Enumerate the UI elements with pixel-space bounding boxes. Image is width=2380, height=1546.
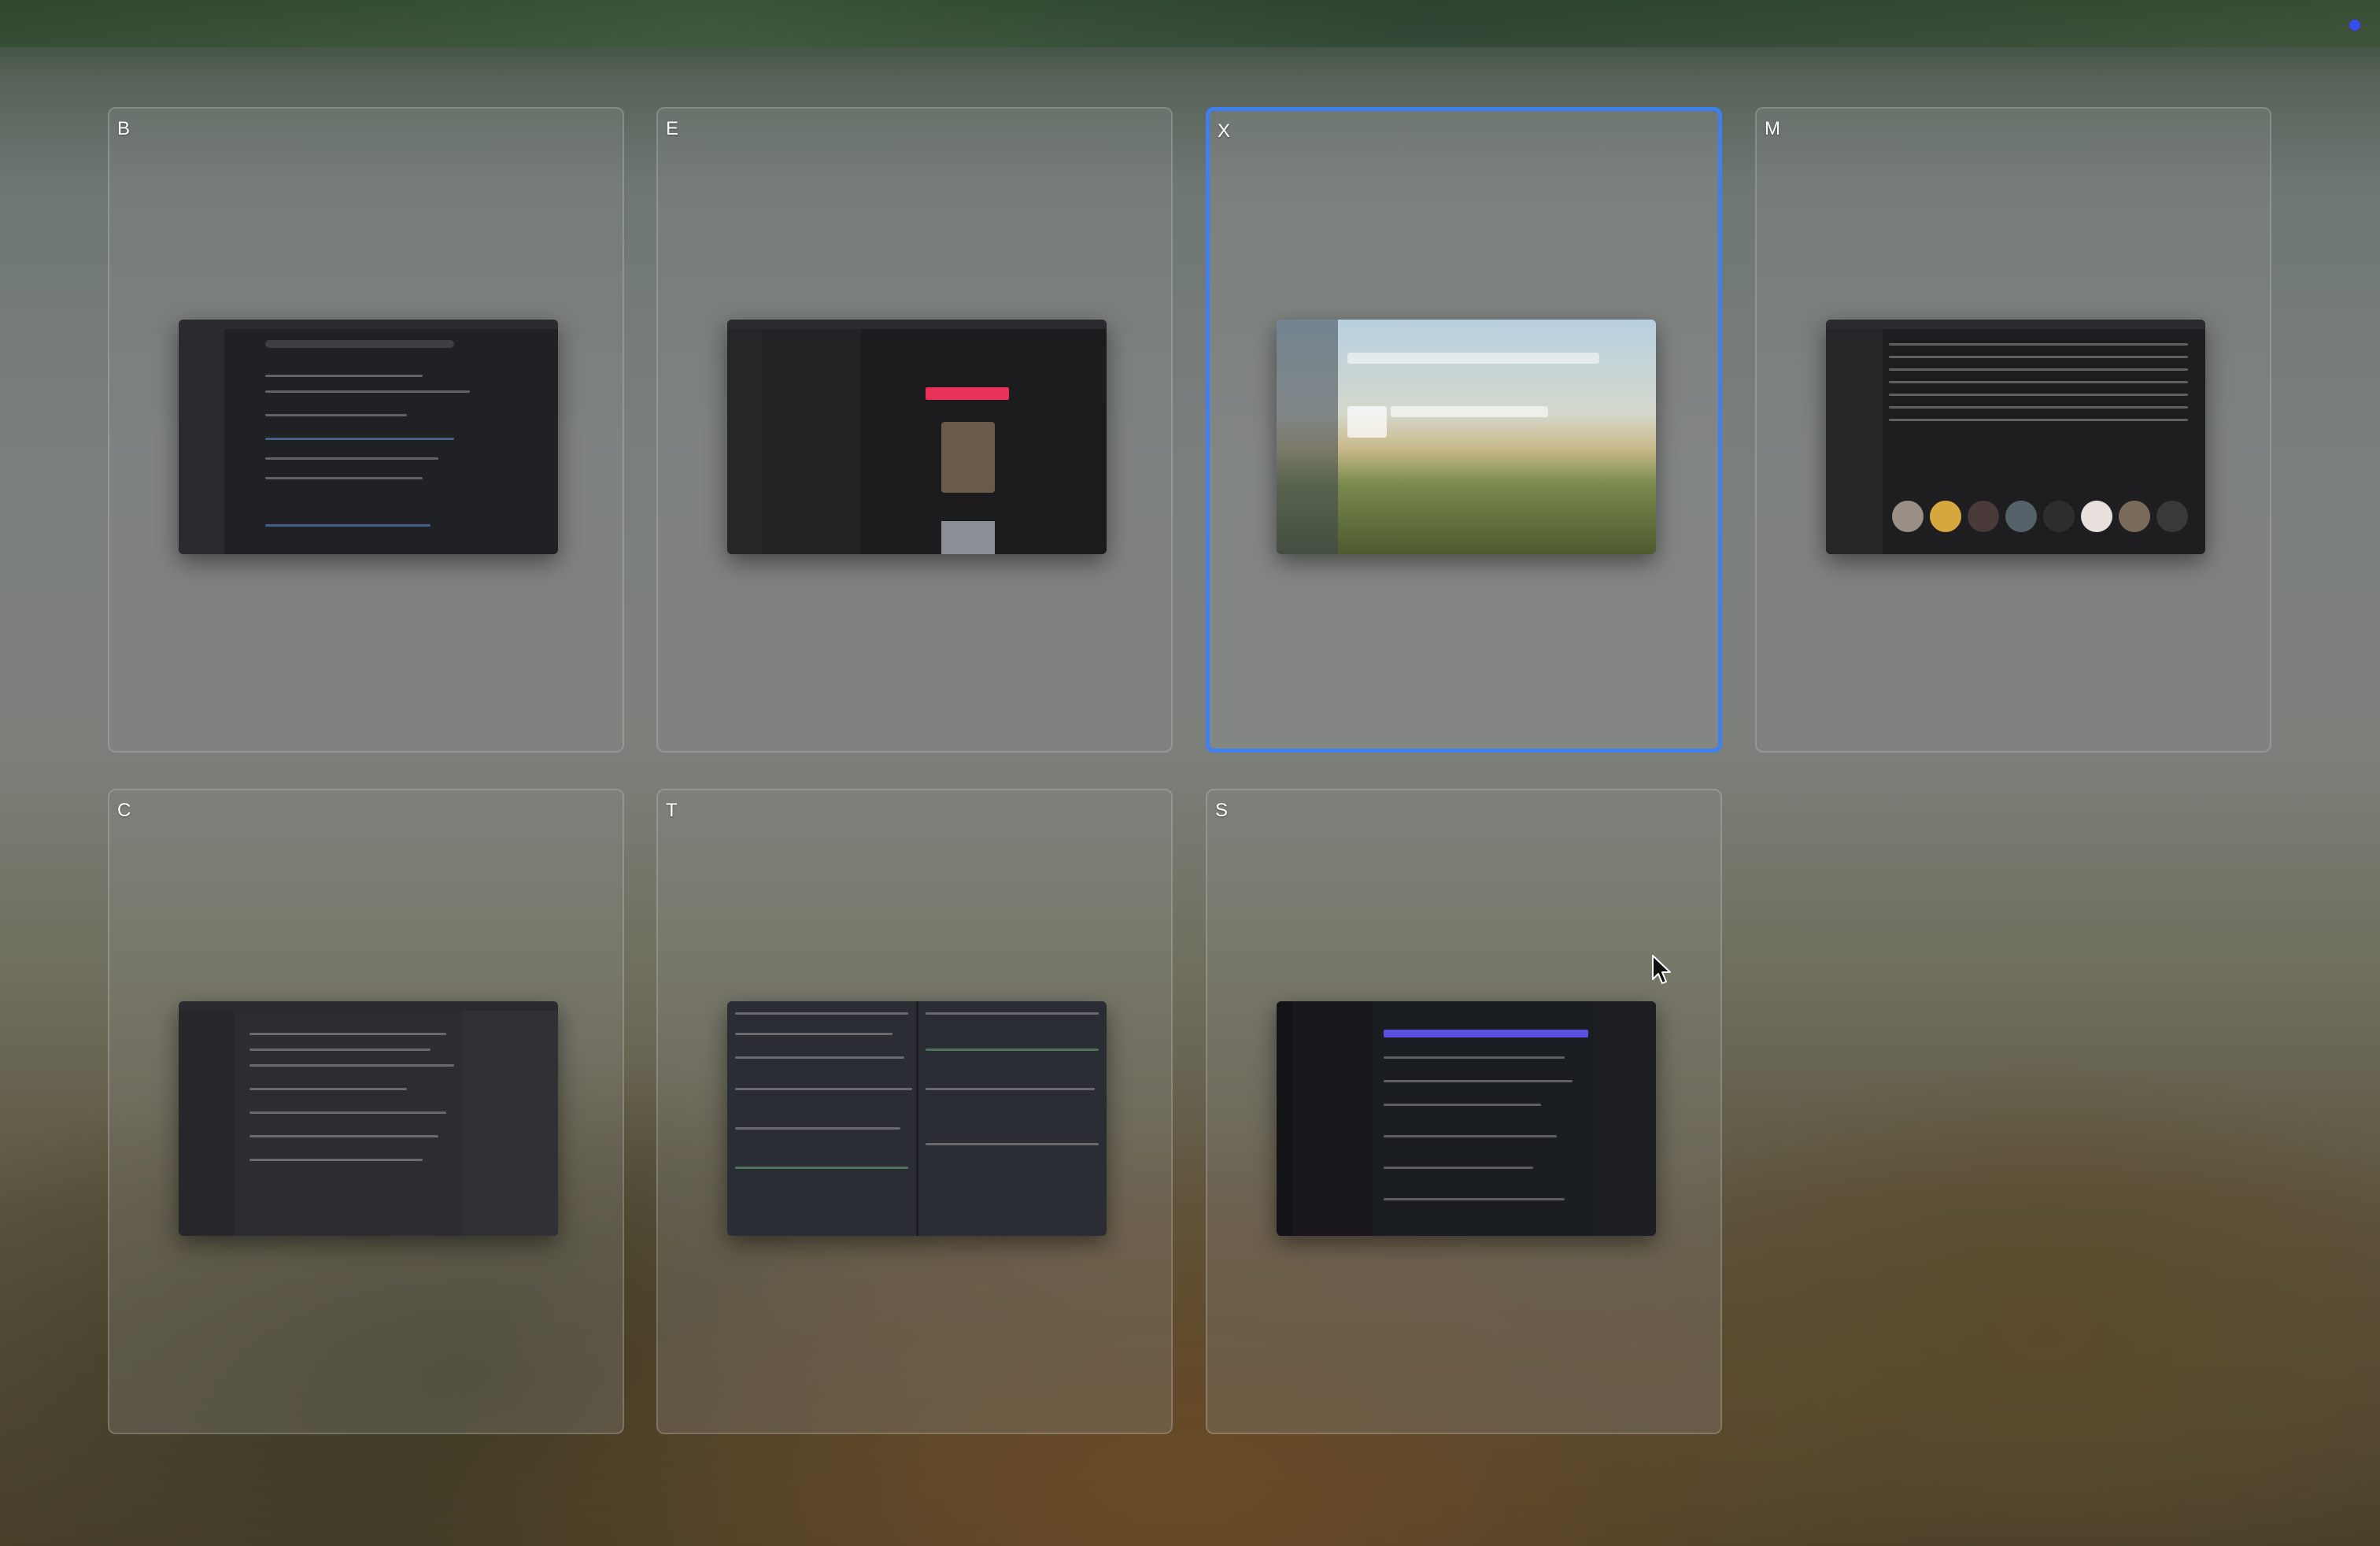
space-s[interactable]: S	[1206, 789, 1722, 1434]
slack-window-thumbnail[interactable]	[1277, 1001, 1656, 1236]
terminal-window-thumbnail[interactable]	[727, 1001, 1107, 1236]
status-indicator-dot	[2349, 20, 2360, 31]
email-window-thumbnail[interactable]	[727, 320, 1107, 554]
mouse-cursor-icon	[1652, 955, 1671, 984]
desktop-top-strip	[0, 0, 2380, 47]
space-label: X	[1218, 120, 1232, 142]
space-m[interactable]: M	[1755, 107, 2271, 753]
music-window-thumbnail[interactable]	[1826, 320, 2205, 554]
space-b[interactable]: B	[108, 107, 624, 753]
space-x[interactable]: X	[1206, 107, 1722, 753]
xcode-window-thumbnail[interactable]	[1277, 320, 1656, 554]
browser-window-thumbnail[interactable]	[179, 320, 558, 554]
space-label: B	[117, 118, 131, 139]
space-label: C	[117, 800, 132, 821]
space-label: S	[1215, 800, 1229, 821]
space-e[interactable]: E	[656, 107, 1173, 753]
code-editor-window-thumbnail[interactable]	[179, 1001, 558, 1236]
space-label: T	[666, 800, 678, 821]
space-label: E	[666, 118, 680, 139]
space-label: M	[1765, 118, 1781, 139]
space-c[interactable]: C	[108, 789, 624, 1434]
space-t[interactable]: T	[656, 789, 1173, 1434]
